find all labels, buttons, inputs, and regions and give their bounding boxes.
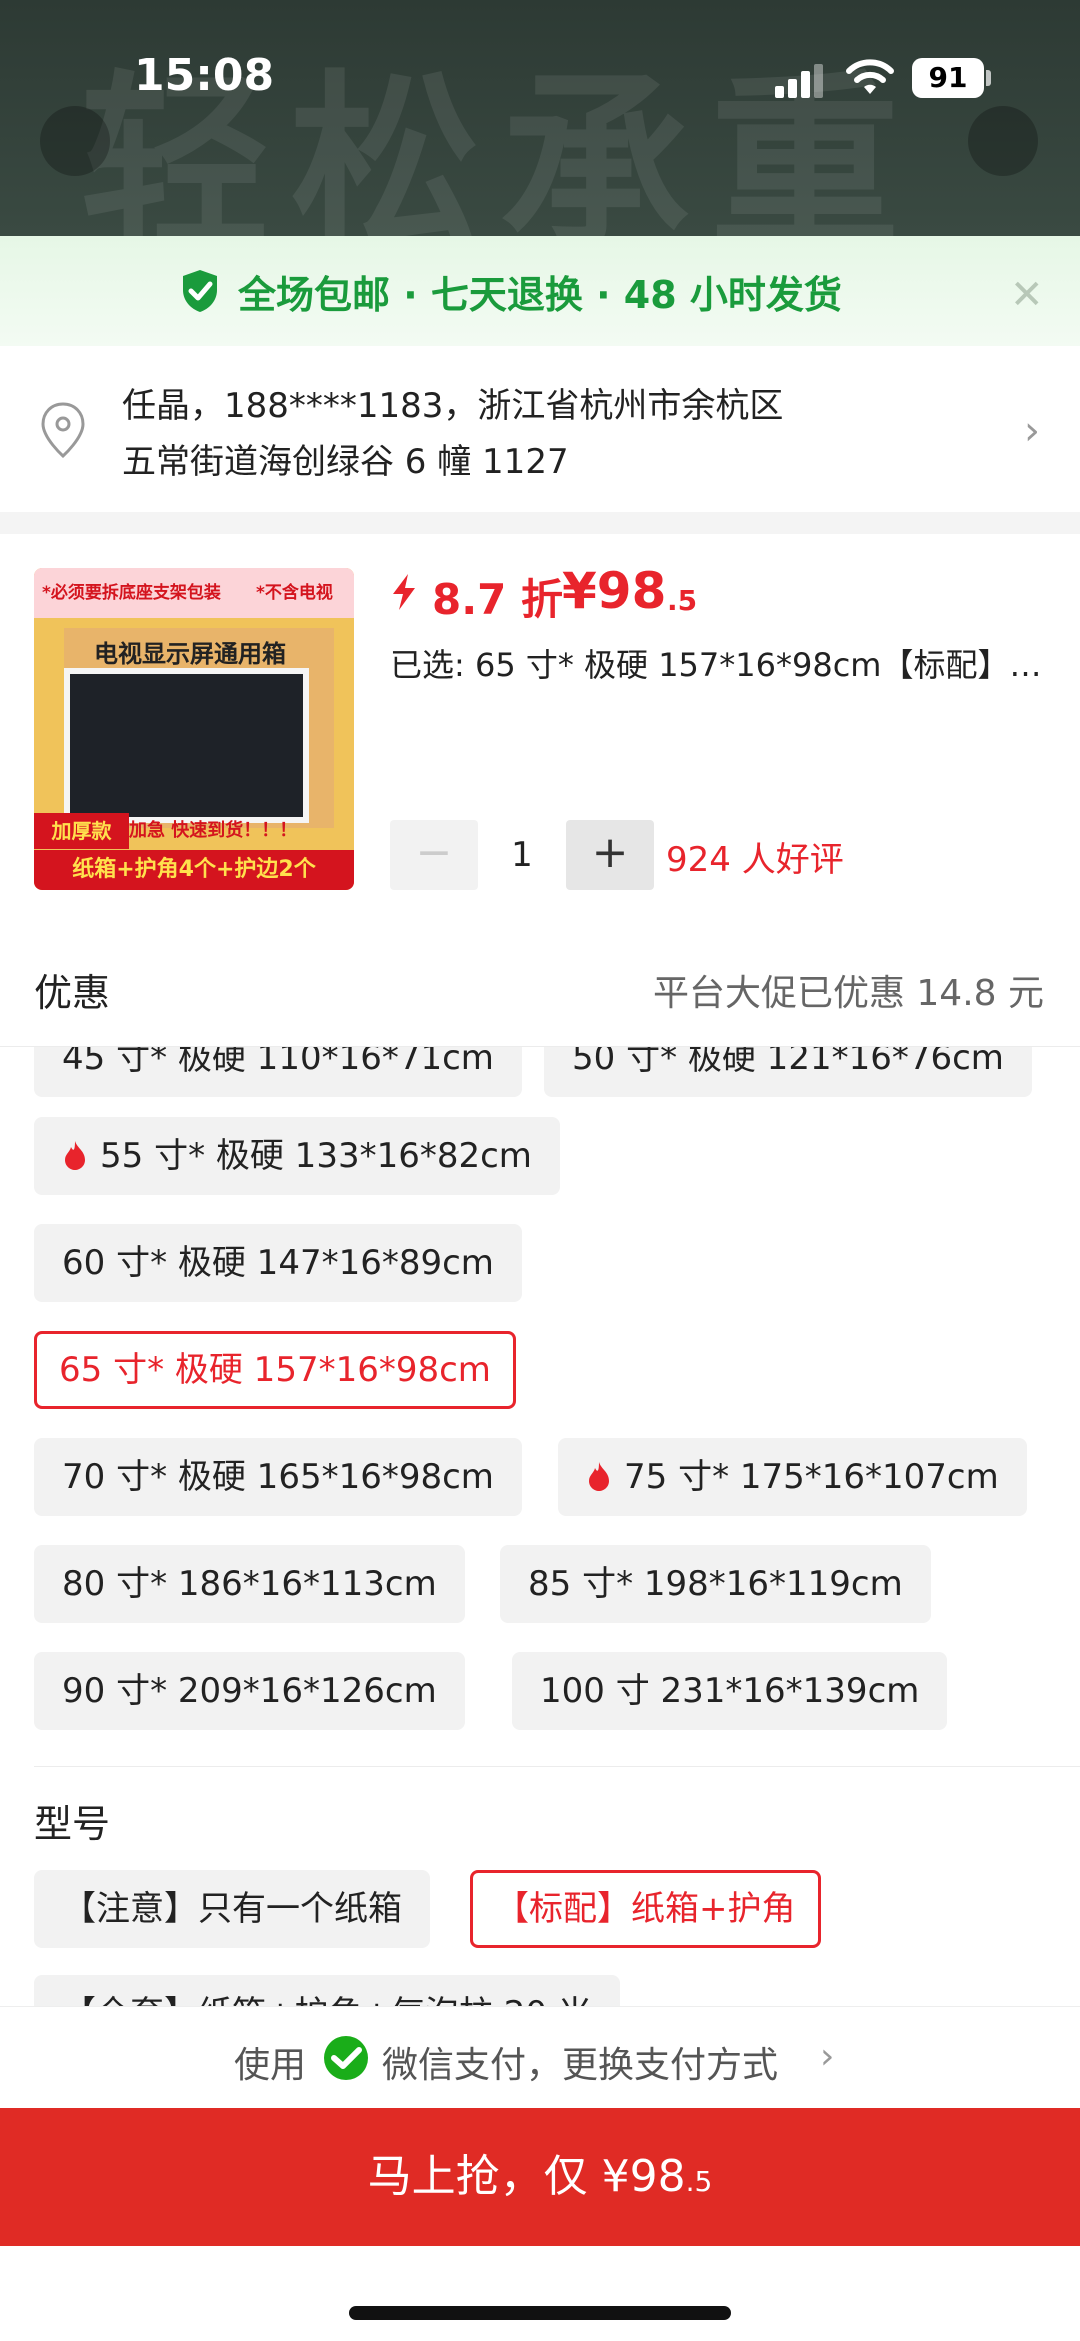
model-option[interactable]: 【全套】纸箱+护角+气泡柱 20 米 [34,1975,620,2007]
buy-now-button[interactable]: 马上抢，仅 ¥98.5 [0,2108,1080,2246]
model-option-selected[interactable]: 【标配】纸箱+护角 [470,1870,821,1948]
image-box-label: 电视显示屏通用箱 [94,640,286,668]
wechat-pay-icon [324,2036,368,2080]
lightning-icon [393,574,415,610]
size-option-label: 90 寸* 209*16*126cm [62,1671,437,1711]
selected-spec: 已选: 65 寸* 极硬 157*16*98cm【标配】纸箱+护角 [390,646,1050,684]
buy-button-fraction: .5 [685,2165,713,2198]
chevron-right-icon[interactable]: › [820,2036,834,2077]
size-option-label: 100 寸 231*16*139cm [540,1671,920,1711]
status-time: 15:08 [134,50,275,101]
quantity-value[interactable]: 1 [478,820,566,890]
section-divider [0,512,1080,534]
discount-value[interactable]: 平台大促已优惠 14.8 元 [653,964,1044,1016]
share-button[interactable] [968,106,1038,176]
quantity-increase-button[interactable]: + [566,820,654,890]
size-option[interactable]: 100 寸 231*16*139cm [512,1652,948,1730]
fire-icon [65,1141,85,1170]
wifi-icon [846,59,894,94]
size-option[interactable]: 90 寸* 209*16*126cm [34,1652,465,1730]
back-button[interactable] [40,106,110,176]
image-badge: 加厚款 [34,813,129,849]
model-section-title: 型号 [34,1802,111,1846]
signal-icon [775,62,825,98]
discount-rate: 8.7 折 [432,575,564,624]
size-option[interactable]: 85 寸* 198*16*119cm [500,1545,931,1623]
image-note-2: *不含电视 [256,583,333,603]
price-fraction: .5 [667,584,698,617]
size-option-label: 85 寸* 198*16*119cm [528,1564,903,1604]
size-option-label: 65 寸* 极硬 157*16*98cm [59,1350,491,1390]
battery-cap [986,70,991,86]
payment-use-label: 使用 [234,2045,307,2086]
size-option-label: 75 寸* 175*16*107cm [624,1457,999,1497]
fire-icon [589,1462,609,1491]
size-option[interactable]: 80 寸* 186*16*113cm [34,1545,465,1623]
payment-method-text[interactable]: 微信支付，更换支付方式 [382,2036,778,2088]
discount-label: 优惠 [34,971,111,1015]
chevron-right-icon[interactable]: › [1024,408,1040,454]
shield-check-icon [183,270,217,312]
size-option-label: 70 寸* 极硬 165*16*98cm [62,1457,494,1497]
price-main: ¥98 [562,562,667,620]
model-option-label: 【注意】只有一个纸箱 [62,1889,402,1929]
size-option[interactable]: 75 寸* 175*16*107cm [558,1438,1027,1516]
close-icon[interactable]: ✕ [1010,272,1044,318]
product-banner-background: 轻松承重 [0,0,1080,236]
size-option[interactable]: 70 寸* 极硬 165*16*98cm [34,1438,522,1516]
size-option[interactable]: 45 寸* 极硬 110*16*71cm [34,1047,522,1097]
home-indicator[interactable] [349,2306,731,2320]
image-urgent: 加急 快速到货！！！ [129,820,298,841]
options-scroll-area[interactable]: 45 寸* 极硬 110*16*71cm 50 寸* 极硬 121*16*76c… [0,1047,1080,2007]
size-option-label: 50 寸* 极硬 121*16*76cm [572,1047,1004,1078]
size-option-label: 80 寸* 186*16*113cm [62,1564,437,1604]
size-option-label: 60 寸* 极硬 147*16*89cm [62,1243,494,1283]
size-option[interactable]: 50 寸* 极硬 121*16*76cm [544,1047,1032,1097]
promo-text: 全场包邮 · 七天退换 · 48 小时发货 [238,273,842,317]
address-line-2[interactable]: 五常街道海创绿谷 6 幢 1127 [122,434,569,483]
size-option[interactable]: 55 寸* 极硬 133*16*82cm [34,1117,560,1195]
model-option-label: 【标配】纸箱+护角 [495,1889,796,1929]
image-bottom-text: 纸箱+护角4个+护边2个 [34,850,354,890]
battery-indicator: 91 [912,58,984,98]
address-line-1[interactable]: 任晶，188****1183，浙江省杭州市余杭区 [122,378,783,427]
review-count[interactable]: 924 人好评 [666,832,844,881]
image-note-1: *必须要拆底座支架包装 [42,583,221,603]
size-option-label: 45 寸* 极硬 110*16*71cm [62,1047,494,1078]
size-option-selected[interactable]: 65 寸* 极硬 157*16*98cm [34,1331,516,1409]
quantity-decrease-button[interactable]: − [390,820,478,890]
buy-button-label: 马上抢，仅 ¥98 [367,2151,686,2202]
size-option[interactable]: 60 寸* 极硬 147*16*89cm [34,1224,522,1302]
size-option-label: 55 寸* 极硬 133*16*82cm [100,1136,532,1176]
divider [34,1766,1080,1767]
location-pin-icon [41,402,85,459]
product-thumbnail[interactable]: *必须要拆底座支架包装 *不含电视 电视显示屏通用箱 加厚款 加急 快速到货！！… [34,568,354,890]
banner-slogan: 轻松承重 [80,54,921,236]
model-option[interactable]: 【注意】只有一个纸箱 [34,1870,430,1948]
